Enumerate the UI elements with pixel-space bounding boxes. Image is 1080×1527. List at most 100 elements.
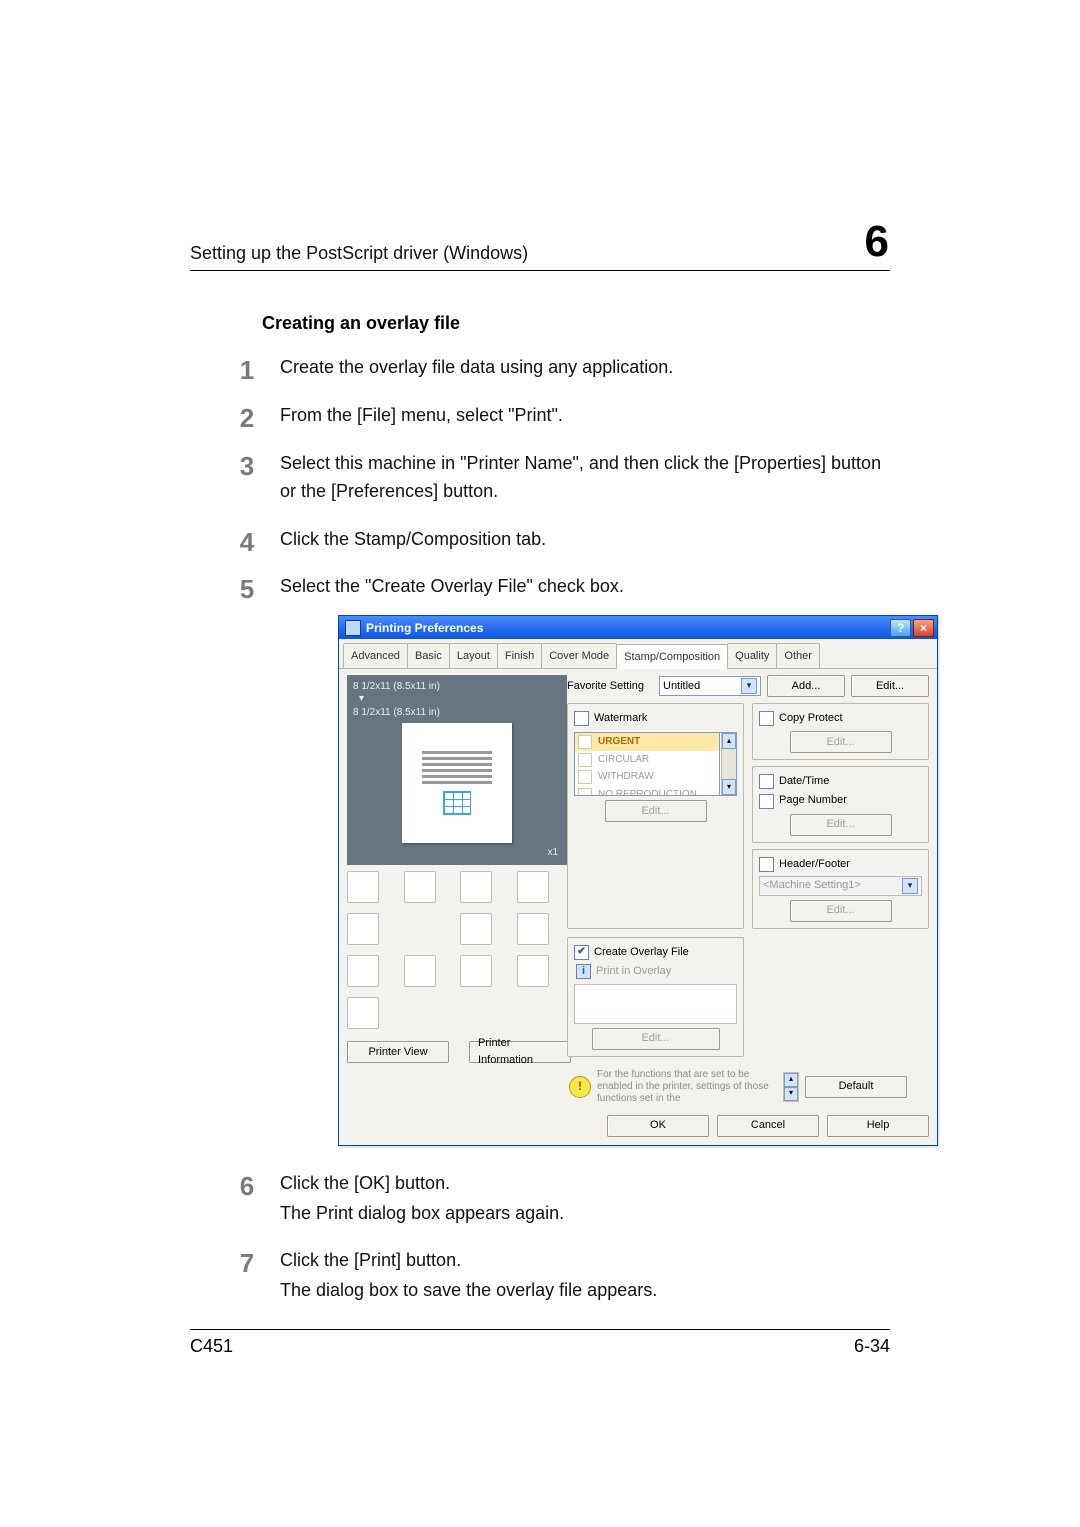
header-footer-combo[interactable]: <Machine Setting1> ▾ xyxy=(759,876,922,896)
create-overlay-file-label: Create Overlay File xyxy=(594,944,689,961)
favorite-setting-label: Favorite Setting xyxy=(567,678,653,695)
header-footer-group: Header/Footer <Machine Setting1> ▾ Edit.… xyxy=(752,849,929,929)
step-4: Click the Stamp/Composition tab. xyxy=(220,516,890,564)
titlebar-help-button[interactable]: ? xyxy=(890,619,911,637)
info-row: ! For the functions that are set to be e… xyxy=(567,1069,929,1105)
overlay-edit-button[interactable]: Edit... xyxy=(592,1028,720,1050)
thumb-icon xyxy=(517,913,549,945)
tab-quality[interactable]: Quality xyxy=(727,643,777,668)
tab-layout[interactable]: Layout xyxy=(449,643,498,668)
tab-finish[interactable]: Finish xyxy=(497,643,542,668)
create-overlay-file-checkbox[interactable] xyxy=(574,945,589,960)
overlay-file-field[interactable] xyxy=(574,984,737,1024)
favorite-add-button[interactable]: Add... xyxy=(767,675,845,697)
tab-stamp-composition[interactable]: Stamp/Composition xyxy=(616,644,728,669)
step-7-text-a: Click the [Print] button. xyxy=(280,1250,461,1270)
footer-page-number: 6-34 xyxy=(854,1336,890,1357)
watermark-edit-button[interactable]: Edit... xyxy=(605,800,707,822)
feature-indicator-grid xyxy=(347,871,567,1033)
ok-button[interactable]: OK xyxy=(607,1115,709,1137)
thumb-icon xyxy=(460,871,492,903)
page-preview-pane: 8 1/2x11 (8.5x11 in) ▾ 8 1/2x11 (8.5x11 … xyxy=(347,675,567,865)
thumb-icon xyxy=(460,955,492,987)
favorite-setting-combo[interactable]: Untitled ▾ xyxy=(659,676,761,696)
dialog-titlebar[interactable]: Printing Preferences ? × xyxy=(339,616,937,639)
copy-protect-checkbox[interactable] xyxy=(759,711,774,726)
datetime-label: Date/Time xyxy=(779,773,829,790)
header-footer-checkbox[interactable] xyxy=(759,857,774,872)
watermark-group: Watermark URGENT CIRCULAR WITHDRAW NO RE… xyxy=(567,703,744,928)
info-scrollbar[interactable]: ▴▾ xyxy=(783,1072,799,1102)
scroll-down-icon[interactable]: ▾ xyxy=(722,779,736,795)
watermark-checkbox[interactable] xyxy=(574,711,589,726)
info-text: For the functions that are set to be ena… xyxy=(597,1069,777,1105)
tab-strip: Advanced Basic Layout Finish Cover Mode … xyxy=(339,643,937,669)
favorite-setting-row: Favorite Setting Untitled ▾ Add... Edit.… xyxy=(567,675,929,697)
pagenumber-checkbox[interactable] xyxy=(759,794,774,809)
watermark-label: Watermark xyxy=(594,710,647,727)
watermark-list[interactable]: URGENT CIRCULAR WITHDRAW NO REPRODUCTION… xyxy=(574,732,720,796)
step-1: Create the overlay file data using any a… xyxy=(220,344,890,392)
step-6: Click the [OK] button. The Print dialog … xyxy=(220,1160,890,1238)
header-footer-edit-button[interactable]: Edit... xyxy=(790,900,892,922)
list-item: CIRCULAR xyxy=(575,751,719,769)
print-in-overlay-label: Print in Overlay xyxy=(596,963,671,980)
pagenumber-label: Page Number xyxy=(779,792,847,809)
scrollbar[interactable]: ▴ ▾ xyxy=(721,733,736,795)
arrow-down-icon: ▾ xyxy=(359,693,561,705)
step-5: Select the "Create Overlay File" check b… xyxy=(220,563,890,1159)
thumb-icon xyxy=(347,871,379,903)
overlay-group: Create Overlay File i Print in Overlay E… xyxy=(567,937,744,1057)
zoom-indicator: x1 xyxy=(547,847,558,859)
help-button[interactable]: Help xyxy=(827,1115,929,1137)
favorite-edit-button[interactable]: Edit... xyxy=(851,675,929,697)
step-7: Click the [Print] button. The dialog box… xyxy=(220,1237,890,1315)
thumb-icon xyxy=(404,955,436,987)
footer-model: C451 xyxy=(190,1336,233,1357)
step-2: From the [File] menu, select "Print". xyxy=(220,392,890,440)
overlay-placeholder-icon xyxy=(443,791,471,815)
step-6-text-b: The Print dialog box appears again. xyxy=(280,1200,890,1228)
section-heading: Creating an overlay file xyxy=(262,313,890,334)
tab-cover-mode[interactable]: Cover Mode xyxy=(541,643,617,668)
thumb-icon xyxy=(460,913,492,945)
cancel-button[interactable]: Cancel xyxy=(717,1115,819,1137)
tab-other[interactable]: Other xyxy=(776,643,820,668)
output-size-label: 8 1/2x11 (8.5x11 in) xyxy=(353,707,561,719)
datetime-checkbox[interactable] xyxy=(759,774,774,789)
original-size-label: 8 1/2x11 (8.5x11 in) xyxy=(353,681,561,693)
dialog-title: Printing Preferences xyxy=(366,619,483,638)
date-page-group: Date/Time Page Number Edit... xyxy=(752,766,929,842)
thumb-icon xyxy=(517,955,549,987)
header-footer-label: Header/Footer xyxy=(779,856,850,873)
page-preview-sheet xyxy=(402,723,512,843)
copy-protect-group: Copy Protect Edit... xyxy=(752,703,929,760)
step-3: Select this machine in "Printer Name", a… xyxy=(220,440,890,516)
step-6-text-a: Click the [OK] button. xyxy=(280,1173,450,1193)
thumb-icon xyxy=(347,955,379,987)
thumb-icon xyxy=(404,871,436,903)
scroll-up-icon[interactable]: ▴ xyxy=(722,733,736,749)
copy-protect-label: Copy Protect xyxy=(779,710,843,727)
list-item: WITHDRAW xyxy=(575,768,719,786)
printer-view-button[interactable]: Printer View xyxy=(347,1041,449,1063)
chevron-down-icon: ▾ xyxy=(741,678,757,694)
lightbulb-icon: ! xyxy=(569,1076,591,1098)
favorite-setting-value: Untitled xyxy=(663,678,700,695)
printer-information-button[interactable]: Printer Information xyxy=(469,1041,571,1063)
thumb-icon xyxy=(517,871,549,903)
tab-basic[interactable]: Basic xyxy=(407,643,450,668)
printer-icon xyxy=(345,620,361,636)
chevron-down-icon: ▾ xyxy=(902,878,918,894)
tab-advanced[interactable]: Advanced xyxy=(343,643,408,668)
list-item: URGENT xyxy=(575,733,719,751)
titlebar-close-button[interactable]: × xyxy=(913,619,934,637)
info-icon: i xyxy=(576,964,591,979)
step-5-text: Select the "Create Overlay File" check b… xyxy=(280,576,624,596)
copy-protect-edit-button[interactable]: Edit... xyxy=(790,731,892,753)
step-7-text-b: The dialog box to save the overlay file … xyxy=(280,1277,890,1305)
printing-preferences-dialog: Printing Preferences ? × Advanced Basic … xyxy=(338,615,938,1145)
default-button[interactable]: Default xyxy=(805,1076,907,1098)
header-footer-value: <Machine Setting1> xyxy=(763,877,861,894)
datetime-edit-button[interactable]: Edit... xyxy=(790,814,892,836)
